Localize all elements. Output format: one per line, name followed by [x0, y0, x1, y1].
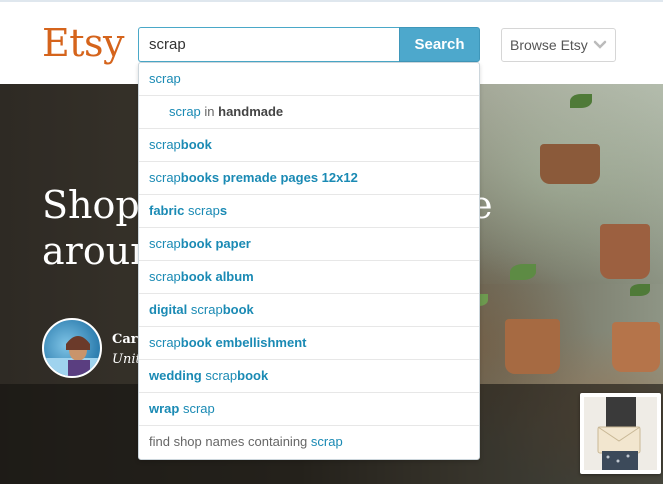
search-suggestions-dropdown: scrap scrap in handmade scrapbook scrapbook…: [138, 62, 480, 460]
suggestion-item[interactable]: wedding scrapbook: [139, 360, 479, 393]
suggestion-item[interactable]: digital scrapbook: [139, 294, 479, 327]
suggestion-text: scrap: [149, 71, 181, 86]
search-bar: Search: [138, 27, 480, 62]
chevron-down-icon: [593, 40, 607, 49]
seller-location: Unit: [112, 352, 141, 367]
suggestion-text: scrap: [310, 434, 343, 449]
suggestion-text: s: [219, 203, 228, 218]
hero-title-word: Shop: [42, 183, 140, 227]
suggestion-text: books premade pages 12x12: [180, 170, 358, 185]
suggestion-item[interactable]: scrapbook paper: [139, 228, 479, 261]
suggestion-text: in: [200, 104, 219, 119]
suggestion-text: book: [222, 302, 254, 317]
suggestion-text: book album: [180, 269, 254, 284]
suggestion-text: book embellishment: [180, 335, 307, 350]
suggestion-text: digital: [149, 302, 191, 317]
suggestion-text: scrap: [149, 170, 181, 185]
suggestion-item[interactable]: scrapbook: [139, 129, 479, 162]
suggestion-item[interactable]: scrap: [139, 63, 479, 96]
product-image: [584, 397, 657, 470]
suggestion-text: handmade: [218, 104, 284, 119]
suggestion-item[interactable]: scrapbook album: [139, 261, 479, 294]
search-button[interactable]: Search: [399, 27, 480, 62]
suggestion-item[interactable]: fabric scraps: [139, 195, 479, 228]
suggestion-text: scrap: [190, 302, 223, 317]
plant-pot: [612, 322, 660, 372]
suggestion-item[interactable]: scrapbooks premade pages 12x12: [139, 162, 479, 195]
plant-pot: [505, 319, 560, 374]
plant-leaf: [630, 284, 650, 296]
suggestion-text: scrap: [149, 236, 181, 251]
suggestion-text: wedding: [149, 368, 206, 383]
suggestion-item[interactable]: scrap in handmade: [139, 96, 479, 129]
suggestion-text: fabric: [149, 203, 189, 218]
suggestion-text: scrap: [149, 269, 181, 284]
suggestion-text: scrap: [149, 335, 181, 350]
featured-item-thumbnail[interactable]: [580, 393, 661, 474]
seller-avatar[interactable]: [42, 318, 102, 378]
suggestion-text: scrap: [205, 368, 238, 383]
plant-leaf: [570, 94, 592, 108]
suggestion-text: scrap: [182, 401, 215, 416]
suggestion-item[interactable]: wrap scrap: [139, 393, 479, 426]
suggestion-text: scrap: [169, 104, 201, 119]
plant-pot: [600, 224, 650, 279]
browse-etsy-button[interactable]: Browse Etsy: [501, 28, 616, 62]
suggestion-item[interactable]: find shop names containing scrap: [139, 426, 479, 459]
suggestion-text: book: [237, 368, 269, 383]
etsy-logo[interactable]: Etsy: [42, 21, 124, 65]
suggestion-text: wrap: [149, 401, 183, 416]
browse-label: Browse Etsy: [510, 37, 588, 53]
plant-pot: [540, 144, 600, 184]
suggestion-text: find shop names containing: [149, 434, 311, 449]
suggestion-item[interactable]: scrapbook embellishment: [139, 327, 479, 360]
suggestion-text: scrap: [188, 203, 220, 218]
search-input[interactable]: [138, 27, 399, 62]
suggestion-text: scrap: [149, 137, 181, 152]
suggestion-text: book paper: [180, 236, 251, 251]
suggestion-text: book: [180, 137, 212, 152]
